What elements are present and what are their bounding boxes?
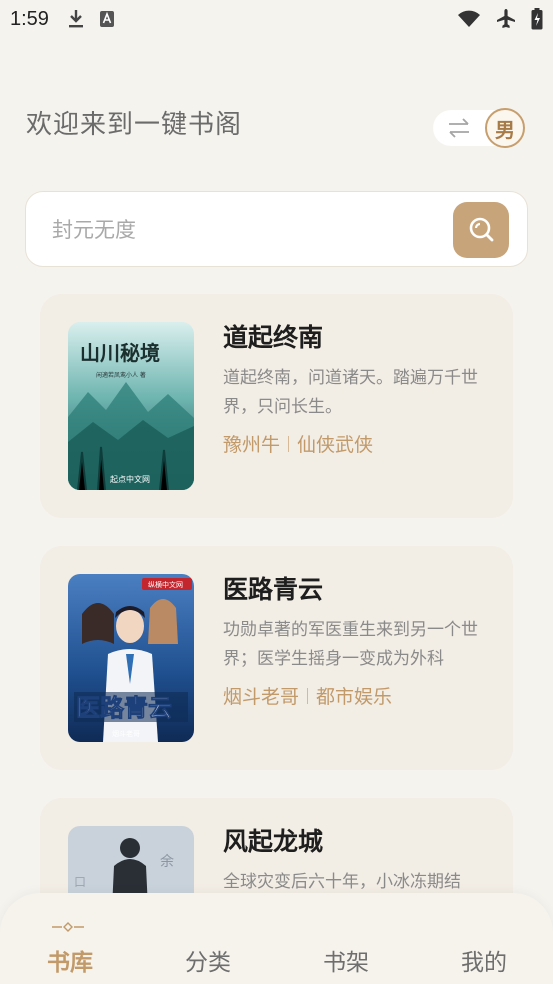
nav-tab-categories[interactable]: 分类 bbox=[168, 943, 248, 977]
status-time: 1:59 bbox=[10, 7, 49, 30]
cover-author-text: 闲適若凤鸾小人 著 bbox=[96, 371, 146, 379]
page-title: 欢迎来到一键书阁 bbox=[26, 110, 243, 140]
book-meta: 烟斗老哥 都市娱乐 bbox=[223, 682, 392, 709]
book-cover[interactable]: 山川秘境 闲適若凤鸾小人 著 起点中文网 bbox=[68, 322, 194, 490]
book-title: 道起终南 bbox=[223, 323, 324, 352]
nav-tab-profile[interactable]: 我的 bbox=[444, 943, 524, 977]
search-icon bbox=[467, 215, 495, 246]
book-description: 功勋卓著的军医重生来到另一个世界；医学生摇身一变成为外科 bbox=[223, 620, 478, 669]
nav-tab-bookshelf[interactable]: 书架 bbox=[306, 943, 386, 977]
cover-publisher-text: 纵横中文网 bbox=[148, 580, 183, 589]
book-card[interactable]: 医路青云 烟斗老哥 纵横中文网 医路青云 功勋卓著的军医重生来到另一个世界；医学… bbox=[40, 546, 513, 770]
book-author: 豫州牛 bbox=[223, 434, 281, 456]
airplane-mode-icon bbox=[495, 8, 517, 30]
cover-author-text: 烟斗老哥 bbox=[112, 729, 140, 738]
nav-tab-library[interactable]: 书库 bbox=[30, 943, 110, 977]
search-box bbox=[25, 191, 528, 267]
bottom-navigation: 书库 分类 书架 我的 bbox=[0, 893, 553, 984]
svg-text:口: 口 bbox=[74, 875, 86, 889]
gender-toggle[interactable]: 男 bbox=[433, 108, 525, 148]
meta-divider bbox=[288, 435, 290, 452]
book-title: 风起龙城 bbox=[223, 827, 324, 856]
svg-text:余: 余 bbox=[160, 853, 174, 870]
book-cover[interactable]: 医路青云 烟斗老哥 纵横中文网 bbox=[68, 574, 194, 742]
gender-badge[interactable]: 男 bbox=[485, 108, 525, 148]
book-description: 道起终南，问道诸天。踏遍万千世界，只问长生。 bbox=[223, 368, 478, 417]
book-author: 烟斗老哥 bbox=[223, 686, 300, 708]
download-icon bbox=[67, 9, 85, 29]
search-input[interactable] bbox=[52, 212, 442, 248]
active-indicator-icon bbox=[50, 917, 86, 936]
cover-title-text: 山川秘境 bbox=[80, 341, 160, 365]
book-card[interactable]: 山川秘境 闲適若凤鸾小人 著 起点中文网 道起终南 道起终南，问道诸天。踏遍万千… bbox=[40, 294, 513, 518]
app-notification-icon bbox=[99, 10, 115, 28]
book-meta: 豫州牛 仙侠武侠 bbox=[223, 430, 373, 457]
swap-icon bbox=[447, 117, 471, 143]
book-category: 仙侠武侠 bbox=[297, 434, 374, 456]
battery-icon bbox=[531, 8, 543, 30]
book-category: 都市娱乐 bbox=[316, 686, 393, 708]
status-bar: 1:59 bbox=[0, 0, 553, 38]
cover-title-text: 医路青云 bbox=[76, 693, 172, 722]
search-button[interactable] bbox=[453, 202, 509, 258]
cover-publisher-text: 起点中文网 bbox=[110, 474, 150, 484]
book-title: 医路青云 bbox=[223, 575, 324, 604]
wifi-icon bbox=[457, 10, 481, 28]
meta-divider bbox=[307, 687, 309, 704]
